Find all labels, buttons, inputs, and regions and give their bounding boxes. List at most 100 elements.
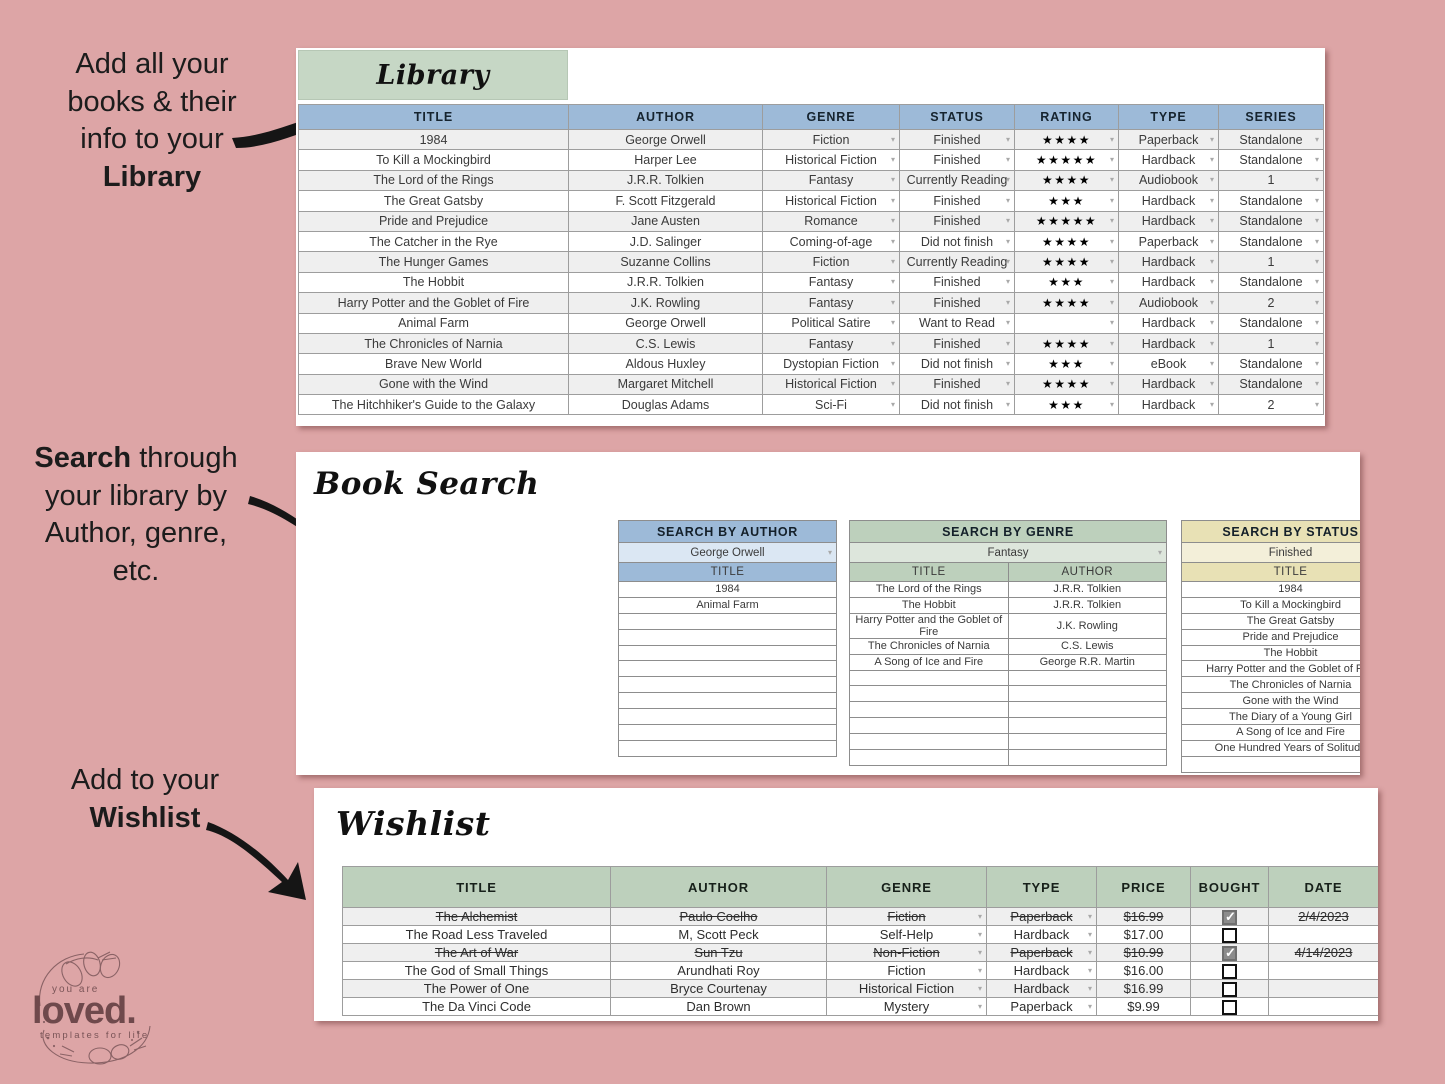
library-cell-status[interactable]: Did not finish ▾ (899, 394, 1015, 416)
library-cell-series[interactable]: Standalone ▾ (1218, 149, 1324, 171)
dropdown-caret-icon[interactable]: ▾ (1088, 1002, 1092, 1011)
dropdown-caret-icon[interactable]: ▾ (1210, 278, 1214, 286)
library-cell-rating[interactable]: ★★★★ ▾ (1014, 251, 1119, 273)
library-cell-genre[interactable]: Historical Fiction ▾ (762, 373, 900, 396)
dropdown-caret-icon[interactable]: ▾ (1088, 912, 1092, 921)
dropdown-caret-icon[interactable]: ▾ (1088, 948, 1092, 957)
dropdown-caret-icon[interactable]: ▾ (1006, 237, 1010, 246)
library-cell-type[interactable]: Hardback ▾ (1118, 251, 1219, 273)
search-genre-dropdown[interactable]: Fantasy ▾ (849, 542, 1167, 563)
dropdown-caret-icon[interactable]: ▾ (1158, 548, 1162, 557)
dropdown-caret-icon[interactable]: ▾ (1006, 339, 1010, 348)
dropdown-caret-icon[interactable]: ▾ (1210, 217, 1214, 225)
dropdown-caret-icon[interactable]: ▾ (1006, 278, 1010, 286)
search-author-dropdown[interactable]: George Orwell ▾ (618, 542, 837, 563)
dropdown-caret-icon[interactable]: ▾ (1210, 380, 1214, 388)
library-cell-type[interactable]: Hardback ▾ (1118, 332, 1219, 355)
dropdown-caret-icon[interactable]: ▾ (1210, 237, 1214, 246)
library-cell-genre[interactable]: Political Satire ▾ (762, 312, 900, 334)
library-cell-type[interactable]: Hardback ▾ (1118, 271, 1219, 294)
dropdown-caret-icon[interactable]: ▾ (1110, 176, 1114, 184)
library-cell-status[interactable]: Finished ▾ (899, 373, 1015, 396)
dropdown-caret-icon[interactable]: ▾ (1006, 135, 1010, 144)
search-status-dropdown[interactable]: Finished▾ (1181, 542, 1360, 563)
dropdown-caret-icon[interactable]: ▾ (1315, 380, 1319, 388)
library-cell-status[interactable]: Finished ▾ (899, 210, 1015, 232)
bought-checkbox[interactable] (1222, 963, 1237, 979)
dropdown-caret-icon[interactable]: ▾ (1210, 196, 1214, 205)
wishlist-cell-bought[interactable] (1190, 907, 1269, 926)
bought-checkbox[interactable] (1222, 981, 1237, 997)
dropdown-caret-icon[interactable]: ▾ (1110, 217, 1114, 225)
dropdown-caret-icon[interactable]: ▾ (1110, 135, 1114, 144)
dropdown-caret-icon[interactable]: ▾ (1315, 298, 1319, 307)
library-cell-genre[interactable]: Historical Fiction ▾ (762, 190, 900, 212)
bought-checkbox[interactable] (1222, 909, 1237, 925)
dropdown-caret-icon[interactable]: ▾ (1006, 156, 1010, 164)
library-cell-series[interactable]: Standalone ▾ (1218, 210, 1324, 232)
library-cell-rating[interactable]: ★★★★ ▾ (1014, 128, 1119, 151)
dropdown-caret-icon[interactable]: ▾ (1110, 359, 1114, 368)
library-cell-rating[interactable]: ★★★★ ▾ (1014, 292, 1119, 314)
library-cell-series[interactable]: Standalone ▾ (1218, 373, 1324, 396)
dropdown-caret-icon[interactable]: ▾ (1315, 278, 1319, 286)
dropdown-caret-icon[interactable]: ▾ (891, 319, 895, 327)
library-cell-status[interactable]: Currently Reading ▾ (899, 251, 1015, 273)
dropdown-caret-icon[interactable]: ▾ (891, 176, 895, 184)
library-cell-rating[interactable]: ★★★★★ ▾ (1014, 149, 1119, 171)
library-cell-series[interactable]: 1 ▾ (1218, 169, 1324, 192)
wishlist-cell-bought[interactable] (1190, 997, 1269, 1016)
wishlist-cell-genre[interactable]: Historical Fiction ▾ (826, 979, 987, 998)
library-cell-status[interactable]: Did not finish ▾ (899, 353, 1015, 375)
library-cell-status[interactable]: Finished ▾ (899, 128, 1015, 151)
library-cell-type[interactable]: Hardback ▾ (1118, 210, 1219, 232)
dropdown-caret-icon[interactable]: ▾ (1006, 298, 1010, 307)
wishlist-cell-genre[interactable]: Self-Help ▾ (826, 925, 987, 944)
library-cell-type[interactable]: Audiobook ▾ (1118, 169, 1219, 192)
library-cell-series[interactable]: Standalone ▾ (1218, 230, 1324, 253)
dropdown-caret-icon[interactable]: ▾ (891, 359, 895, 368)
library-cell-genre[interactable]: Fantasy ▾ (762, 292, 900, 314)
dropdown-caret-icon[interactable]: ▾ (891, 339, 895, 348)
library-cell-genre[interactable]: Fantasy ▾ (762, 332, 900, 355)
dropdown-caret-icon[interactable]: ▾ (1006, 176, 1010, 184)
dropdown-caret-icon[interactable]: ▾ (1315, 196, 1319, 205)
library-cell-series[interactable]: Standalone ▾ (1218, 190, 1324, 212)
library-cell-rating[interactable]: ★★★★ ▾ (1014, 230, 1119, 253)
wishlist-cell-genre[interactable]: Fiction ▾ (826, 907, 987, 926)
library-cell-rating[interactable]: ★★★ ▾ (1014, 190, 1119, 212)
library-cell-series[interactable]: Standalone ▾ (1218, 312, 1324, 334)
dropdown-caret-icon[interactable]: ▾ (1110, 156, 1114, 164)
library-cell-genre[interactable]: Dystopian Fiction ▾ (762, 353, 900, 375)
dropdown-caret-icon[interactable]: ▾ (1210, 298, 1214, 307)
library-cell-genre[interactable]: Fantasy ▾ (762, 169, 900, 192)
library-cell-status[interactable]: Finished ▾ (899, 190, 1015, 212)
dropdown-caret-icon[interactable]: ▾ (1006, 217, 1010, 225)
library-cell-rating[interactable]: ★★★ ▾ (1014, 271, 1119, 294)
dropdown-caret-icon[interactable]: ▾ (1006, 400, 1010, 409)
library-cell-series[interactable]: Standalone ▾ (1218, 353, 1324, 375)
library-cell-status[interactable]: Want to Read ▾ (899, 312, 1015, 334)
library-cell-genre[interactable]: Sci-Fi ▾ (762, 394, 900, 416)
dropdown-caret-icon[interactable]: ▾ (1315, 319, 1319, 327)
library-cell-series[interactable]: 1 ▾ (1218, 332, 1324, 355)
dropdown-caret-icon[interactable]: ▾ (891, 217, 895, 225)
library-cell-series[interactable]: 2 ▾ (1218, 292, 1324, 314)
dropdown-caret-icon[interactable]: ▾ (1210, 156, 1214, 164)
dropdown-caret-icon[interactable]: ▾ (891, 196, 895, 205)
dropdown-caret-icon[interactable]: ▾ (1110, 319, 1114, 327)
wishlist-cell-type[interactable]: Hardback ▾ (986, 925, 1097, 944)
library-cell-status[interactable]: Currently Reading ▾ (899, 169, 1015, 192)
dropdown-caret-icon[interactable]: ▾ (1315, 217, 1319, 225)
library-cell-series[interactable]: 2 ▾ (1218, 394, 1324, 416)
dropdown-caret-icon[interactable]: ▾ (978, 948, 982, 957)
dropdown-caret-icon[interactable]: ▾ (891, 380, 895, 388)
library-cell-rating[interactable]: ★★★★ ▾ (1014, 373, 1119, 396)
wishlist-cell-genre[interactable]: Mystery ▾ (826, 997, 987, 1016)
wishlist-cell-bought[interactable] (1190, 943, 1269, 962)
library-cell-type[interactable]: Hardback ▾ (1118, 312, 1219, 334)
dropdown-caret-icon[interactable]: ▾ (891, 400, 895, 409)
bought-checkbox[interactable] (1222, 927, 1237, 943)
dropdown-caret-icon[interactable]: ▾ (1088, 984, 1092, 993)
wishlist-cell-type[interactable]: Paperback ▾ (986, 997, 1097, 1016)
